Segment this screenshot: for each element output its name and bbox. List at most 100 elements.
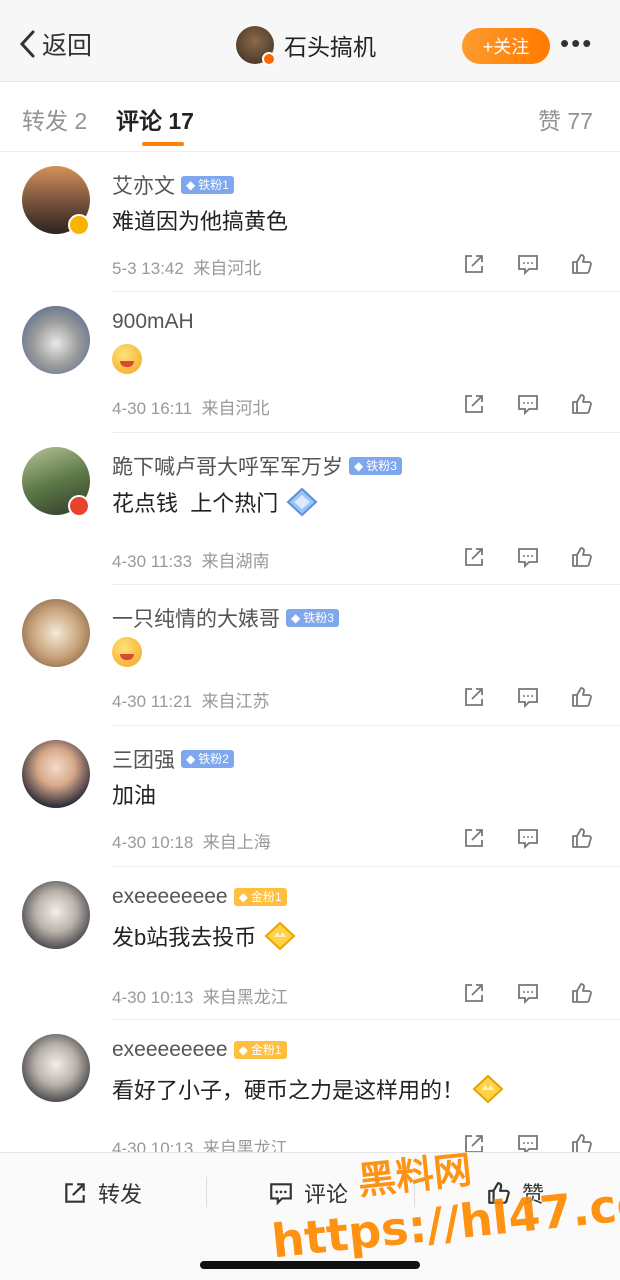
comment-location: 来自河北 [193,259,262,278]
active-tab-indicator [142,142,184,146]
comment-actions [462,252,594,276]
share-icon[interactable] [462,981,486,1005]
comment-meta: 4-30 11:33 来自湖南 [112,547,269,572]
like-icon[interactable] [570,826,594,850]
comment-location: 来自江苏 [201,692,270,711]
comment-time: 4-30 10:13 [112,988,194,1007]
author-name[interactable]: 石头搞机 [284,28,376,62]
comment-header: exeeeeeeee ◆ 金粉1 [112,1038,287,1062]
fan-badge: ◆ 金粉1 [233,888,287,906]
fan-badge-label: 铁粉2 [198,752,229,766]
avatar[interactable] [22,306,90,374]
repost-label: 转发 [98,1182,143,1207]
tab-like[interactable]: 赞 77 [538,102,593,136]
share-icon[interactable] [462,392,486,416]
comment-item: 三团强 ◆ 铁粉2 加油 4-30 10:18 来自上海 [0,726,620,867]
reply-icon[interactable] [516,545,540,569]
author-avatar[interactable] [236,26,276,66]
reply-icon[interactable] [516,392,540,416]
share-icon[interactable] [462,252,486,276]
comment-time: 4-30 11:21 [112,692,193,711]
comment-header: 900mAH [112,310,194,334]
comment-header: 艾亦文 ◆ 铁粉1 [112,170,234,200]
avatar[interactable] [22,599,90,667]
more-options-icon[interactable]: ••• [560,30,593,56]
comment-actions [462,545,594,569]
commenter-name[interactable]: 一只纯情的大婊哥 [112,603,280,633]
share-icon[interactable] [462,545,486,569]
star-badge-icon [68,495,90,517]
verified-badge-icon [262,52,276,66]
separator [206,1177,207,1207]
reply-icon[interactable] [516,826,540,850]
commenter-name[interactable]: 跪下喊卢哥大呼军军万岁 [112,451,343,481]
avatar[interactable] [22,1034,90,1102]
comment-meta: 4-30 11:21 来自江苏 [112,687,269,712]
comment-header: 三团强 ◆ 铁粉2 [112,744,234,774]
commenter-name[interactable]: 三团强 [112,744,175,774]
tab-repost[interactable]: 转发 2 [22,102,87,136]
like-icon[interactable] [570,392,594,416]
share-icon[interactable] [462,685,486,709]
repost-button[interactable]: 转发 [62,1177,142,1209]
fan-badge: ◆ 铁粉1 [181,176,234,194]
comment-location: 来自湖南 [201,552,270,571]
like-icon[interactable] [570,685,594,709]
comment-item: 艾亦文 ◆ 铁粉1 难道因为他搞黄色 5-3 13:42 来自河北 [0,152,620,292]
reply-icon[interactable] [516,685,540,709]
back-button[interactable]: 返回 [18,26,92,62]
comment-text [112,637,142,667]
comment-time: 4-30 16:11 [112,399,193,418]
gold-crown-sticker-icon [472,1074,504,1104]
comment-header: exeeeeeeee ◆ 金粉1 [112,885,287,909]
comment-text: 难道因为他搞黄色 [112,209,289,234]
commenter-name[interactable]: exeeeeeeee [112,1038,228,1062]
fan-badge-label: 铁粉3 [303,611,334,625]
emoji-icon [112,344,142,374]
emoji-icon [112,637,142,667]
avatar[interactable] [22,740,90,808]
like-icon[interactable] [570,252,594,276]
comment-time: 5-3 13:42 [112,259,184,278]
like-icon[interactable] [570,981,594,1005]
comment-time: 4-30 11:33 [112,552,193,571]
commenter-name[interactable]: 艾亦文 [112,170,175,200]
comment-text: 花点钱 上个热门 [112,485,322,519]
gold-crown-sticker-icon [264,921,296,951]
tab-comment[interactable]: 评论 17 [116,102,194,136]
tab-bar: 转发 2 评论 17 赞 77 [0,82,620,152]
commenter-name[interactable]: exeeeeeeee [112,885,228,909]
reply-icon[interactable] [516,981,540,1005]
reply-icon[interactable] [516,252,540,276]
comment-meta: 4-30 10:18 来自上海 [112,828,271,853]
comment-list: 艾亦文 ◆ 铁粉1 难道因为他搞黄色 5-3 13:42 来自河北 900mAH … [0,152,620,1160]
comment-text: 发b站我去投币 [112,919,300,953]
comment-time: 4-30 10:18 [112,833,194,852]
comment-header: 跪下喊卢哥大呼军军万岁 ◆ 铁粉3 [112,451,402,481]
comment-item: 一只纯情的大婊哥 ◆ 铁粉3 4-30 11:21 来自江苏 [0,585,620,726]
author-info[interactable]: 石头搞机 [236,26,376,66]
follow-button[interactable]: +关注 [462,28,550,64]
comment-actions [462,685,594,709]
fan-badge-label: 金粉1 [250,890,282,904]
share-icon[interactable] [462,826,486,850]
comment-header: 一只纯情的大婊哥 ◆ 铁粉3 [112,603,339,633]
fan-badge: ◆ 金粉1 [233,1041,287,1059]
chevron-left-icon [19,30,35,58]
comment-actions [462,981,594,1005]
comment-location: 来自黑龙江 [202,988,288,1007]
comment-text: 加油 [112,783,157,808]
diamond-sticker-icon [286,487,318,517]
fan-badge-label: 铁粉3 [366,459,397,473]
fan-badge: ◆ 铁粉2 [181,750,234,768]
share-icon [65,1183,85,1203]
fan-badge: ◆ 铁粉3 [286,609,339,627]
comment-meta: 4-30 10:13 来自黑龙江 [112,983,288,1008]
commenter-name[interactable]: 900mAH [112,310,194,334]
verified-badge-icon [68,214,90,236]
comment-item: 跪下喊卢哥大呼军军万岁 ◆ 铁粉3 花点钱 上个热门 4-30 11:33 来自湖… [0,433,620,585]
avatar[interactable] [22,881,90,949]
like-icon[interactable] [570,545,594,569]
fan-badge-label: 铁粉1 [198,178,229,192]
fan-badge: ◆ 铁粉3 [349,457,402,475]
